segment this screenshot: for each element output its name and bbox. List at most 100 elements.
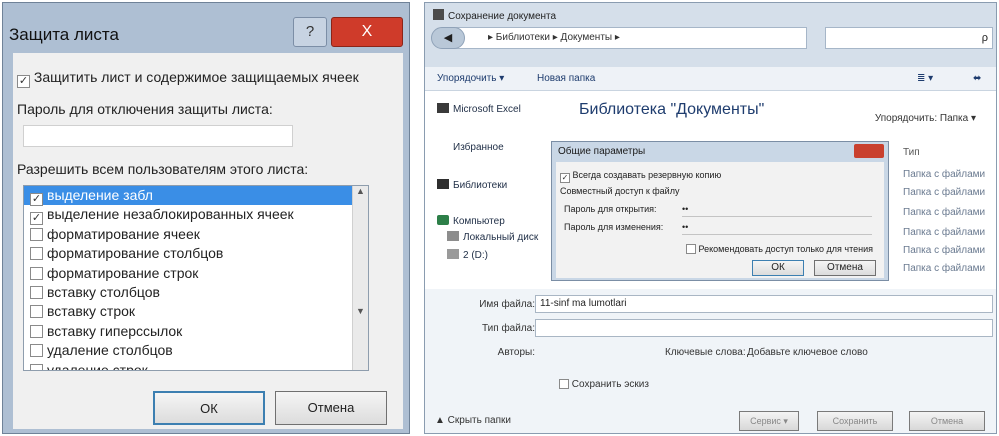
arrange-by-dropdown[interactable]: Упорядочить: Папка ▾ — [875, 113, 976, 124]
password-input[interactable] — [23, 125, 293, 147]
permission-label: выделение забл — [47, 187, 153, 203]
dialog-body: ✓ Защитить лист и содержимое защищаемых … — [13, 53, 403, 429]
permission-item[interactable]: ✓ выделение незаблокированных ячеек — [24, 205, 368, 226]
permission-checkbox[interactable] — [30, 285, 43, 299]
nav-label: Локальный диск — [463, 232, 539, 243]
permission-checkbox[interactable] — [30, 363, 43, 370]
save-form: Имя файла: 11-sinf ma lumotlari Тип файл… — [425, 289, 996, 433]
service-button[interactable]: Сервис ▾ — [739, 411, 799, 431]
readonly-checkbox[interactable] — [686, 244, 696, 254]
nav-label: 2 (D:) — [463, 250, 488, 261]
ok-button[interactable]: ОК — [752, 260, 804, 276]
cancel-button[interactable]: Отмена — [814, 260, 876, 276]
search-input[interactable]: ρ — [825, 27, 993, 49]
backup-checkbox-row[interactable]: ✓ Всегда создавать резервную копию — [560, 170, 721, 183]
modify-password-input[interactable]: •• — [682, 222, 688, 232]
permission-checkbox[interactable] — [30, 344, 43, 358]
cancel-button[interactable]: Отмена — [909, 411, 985, 431]
address-bar[interactable]: ▸ Библиотеки ▸ Документы ▸ — [447, 27, 807, 49]
nav-item-local-disk[interactable]: Локальный диск — [447, 231, 538, 243]
navigation-pane: Microsoft Excel Избранное Библиотеки Ком… — [425, 91, 557, 289]
help-button[interactable]: ? — [293, 17, 327, 47]
library-icon — [437, 179, 449, 189]
hide-folders-button[interactable]: ▲ Скрыть папки — [435, 415, 511, 426]
nav-label: Избранное — [453, 142, 504, 153]
backup-checkbox[interactable]: ✓ — [560, 173, 570, 183]
keywords-input[interactable]: Добавьте ключевое слово — [747, 347, 868, 358]
nav-label: Библиотеки — [453, 180, 508, 191]
permission-label: форматирование столбцов — [47, 245, 224, 262]
view-button[interactable]: ≣ ▾ — [917, 67, 933, 91]
open-password-underline — [682, 216, 872, 217]
sharing-label: Совместный доступ к файлу — [560, 186, 680, 196]
permission-item[interactable]: удаление строк — [24, 361, 368, 370]
cancel-button[interactable]: Отмена — [275, 391, 387, 425]
nav-item-favorites[interactable]: Избранное — [437, 141, 504, 153]
permission-item[interactable]: вставку гиперссылок — [24, 322, 368, 341]
permission-checkbox[interactable]: ✓ — [30, 212, 43, 226]
permission-checkbox[interactable]: ✓ — [30, 193, 43, 206]
nav-item-excel[interactable]: Microsoft Excel — [437, 103, 521, 115]
protect-checkbox[interactable]: ✓ — [17, 75, 30, 88]
dialog-title: Общие параметры — [558, 146, 646, 157]
help-icon[interactable]: ⬌ — [973, 67, 981, 91]
star-icon — [437, 141, 449, 151]
organize-button[interactable]: Упорядочить ▾ — [437, 67, 504, 91]
dialog-title: Защита листа — [9, 25, 119, 44]
permission-item[interactable]: вставку столбцов — [24, 283, 368, 302]
password-label: Пароль для отключения защиты листа: — [17, 101, 273, 117]
thumbnail-checkbox-row[interactable]: Сохранить эскиз — [559, 379, 649, 390]
nav-label: Компьютер — [453, 216, 505, 227]
file-type-cell: Папка с файлами — [903, 227, 986, 238]
filename-label: Имя файла: — [479, 299, 535, 310]
search-icon[interactable]: ρ — [982, 32, 988, 44]
permission-label: вставку гиперссылок — [47, 322, 183, 339]
window-title: Сохранение документа — [433, 9, 556, 22]
file-type-cell: Папка с файлами — [903, 207, 986, 218]
permission-item[interactable]: удаление столбцов — [24, 341, 368, 360]
modify-password-label: Пароль для изменения: — [564, 222, 664, 232]
file-type-cell: Папка с файлами — [903, 187, 986, 198]
save-button[interactable]: Сохранить — [817, 411, 893, 431]
new-folder-button[interactable]: Новая папка — [537, 67, 595, 91]
drive-icon — [447, 231, 459, 241]
nav-item-computer[interactable]: Компьютер — [437, 215, 505, 227]
permission-checkbox[interactable] — [30, 266, 43, 280]
nav-item-libraries[interactable]: Библиотеки — [437, 179, 507, 191]
file-type-cell: Папка с файлами — [903, 263, 986, 274]
protect-sheet-dialog: Защита листа ? X ✓ Защитить лист и содер… — [2, 2, 410, 434]
permission-item[interactable]: форматирование ячеек — [24, 225, 368, 244]
excel-icon — [437, 103, 449, 113]
permission-checkbox[interactable] — [30, 305, 43, 319]
library-heading: Библиотека "Документы" — [579, 101, 765, 118]
type-column-header[interactable]: Тип — [903, 147, 920, 158]
nav-item-drive-d[interactable]: 2 (D:) — [447, 249, 488, 261]
open-password-input[interactable]: •• — [682, 204, 688, 214]
readonly-checkbox-row[interactable]: Рекомендовать доступ только для чтения — [686, 244, 873, 254]
protect-label: Защитить лист и содержимое защищаемых яч… — [33, 69, 359, 85]
allow-label: Разрешить всем пользователям этого листа… — [17, 161, 309, 177]
toolbar: Упорядочить ▾ Новая папка ≣ ▾ ⬌ — [425, 67, 996, 91]
close-button[interactable] — [854, 144, 884, 158]
file-type-cell: Папка с файлами — [903, 169, 986, 180]
window-title-text: Сохранение документа — [448, 11, 557, 22]
filetype-select[interactable] — [535, 319, 993, 337]
permission-checkbox[interactable] — [30, 227, 43, 241]
general-options-dialog: Общие параметры ✓ Всегда создавать резер… — [551, 141, 889, 281]
permission-checkbox[interactable] — [30, 247, 43, 261]
protect-checkbox-row[interactable]: ✓ Защитить лист и содержимое защищаемых … — [17, 69, 359, 88]
ok-button[interactable]: ОК — [153, 391, 265, 425]
filename-input[interactable]: 11-sinf ma lumotlari — [535, 295, 993, 313]
permission-item[interactable]: ✓ выделение забл — [24, 186, 368, 206]
permissions-list[interactable]: ✓ выделение забл ✓ выделение незаблокирован… — [23, 185, 369, 371]
permission-item[interactable]: вставку строк — [24, 302, 368, 321]
thumbnail-checkbox[interactable] — [559, 379, 569, 389]
permission-checkbox[interactable] — [30, 324, 43, 338]
thumbnail-label: Сохранить эскиз — [571, 379, 649, 390]
permission-label: вставку строк — [47, 303, 136, 320]
permission-item[interactable]: форматирование столбцов — [24, 244, 368, 263]
permissions-scrollbar[interactable]: ▲ ▼ — [352, 186, 368, 370]
permission-item[interactable]: форматирование строк — [24, 264, 368, 283]
back-button[interactable]: ◀ — [431, 27, 465, 49]
close-button[interactable]: X — [331, 17, 403, 47]
